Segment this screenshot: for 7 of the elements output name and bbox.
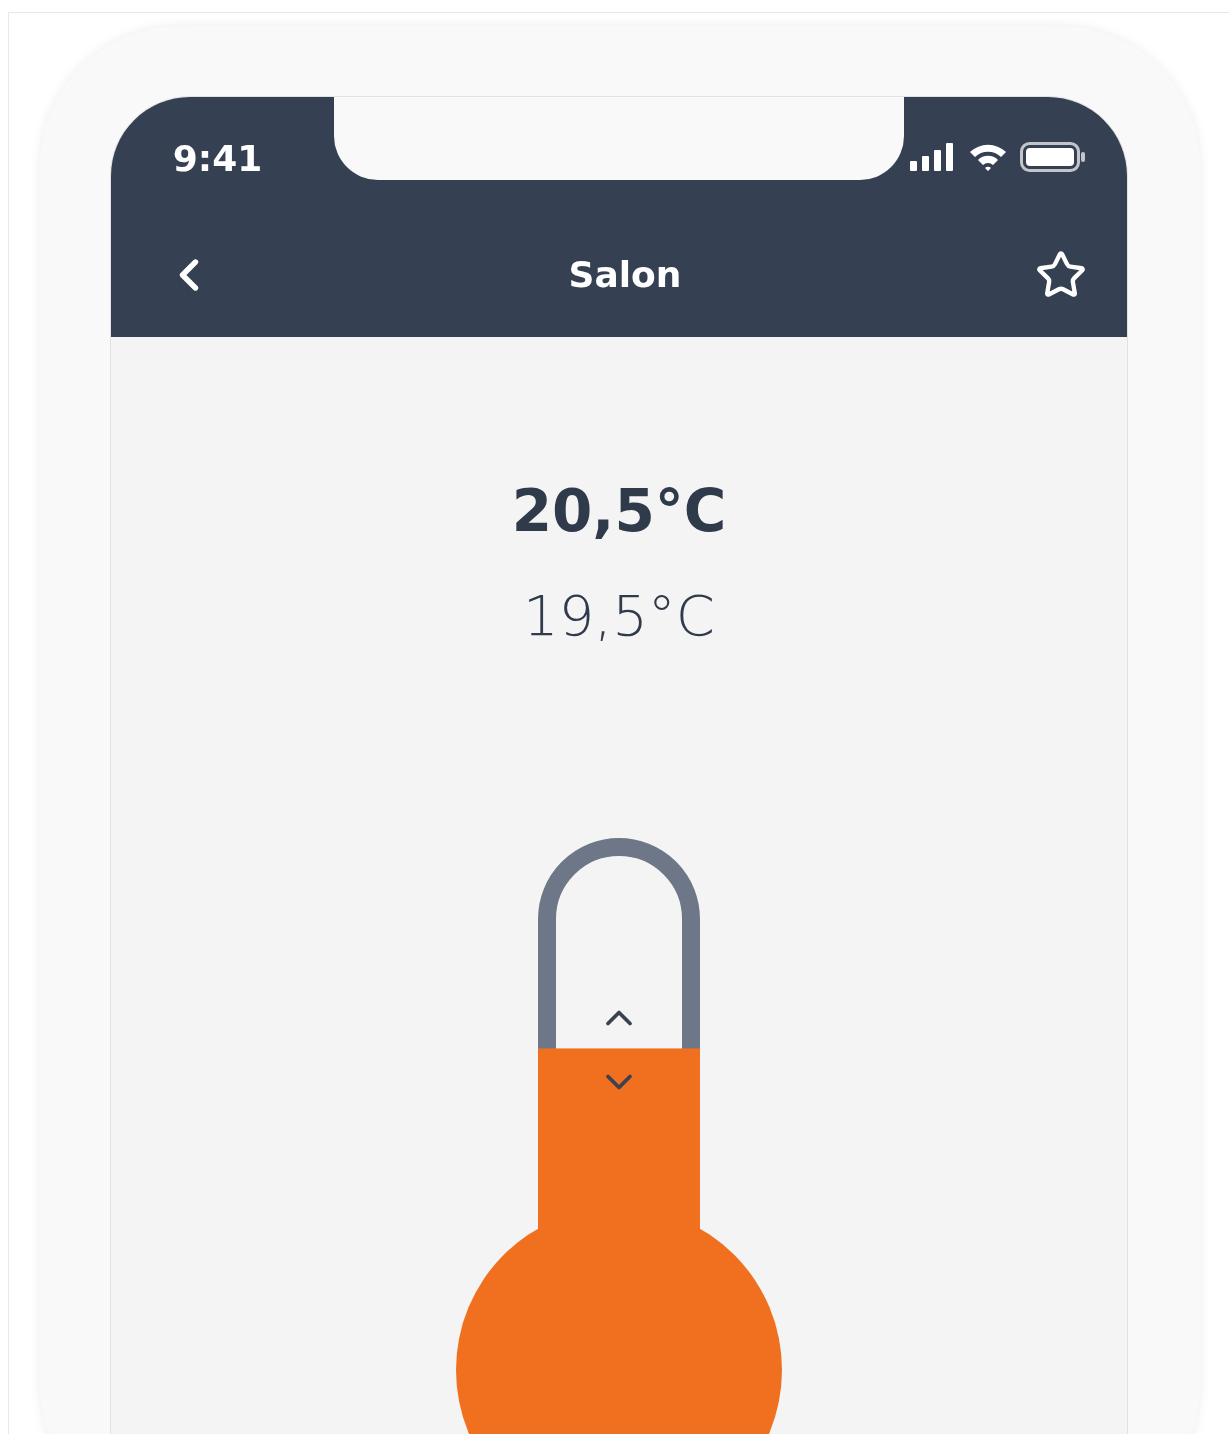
target-temperature: 19,5°C [523, 583, 715, 648]
status-time: 9:41 [172, 138, 263, 179]
battery-icon [1020, 141, 1086, 172]
screen-title: Salon [568, 254, 682, 295]
signal-icon [910, 142, 956, 171]
thermometer-track[interactable] [538, 838, 700, 1235]
current-temperature: 20,5°C [511, 477, 727, 545]
